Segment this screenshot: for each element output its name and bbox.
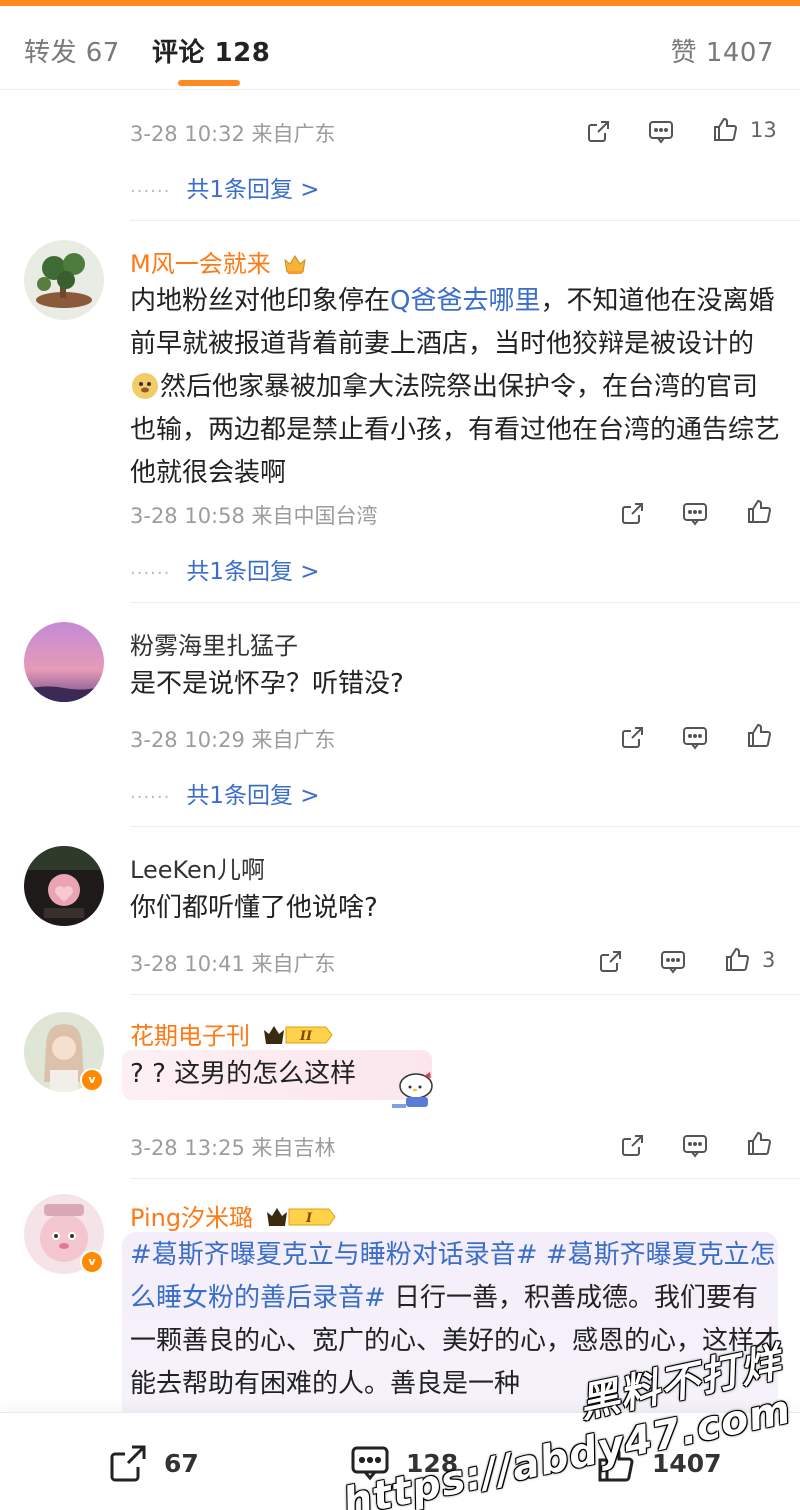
comment-icon[interactable] [680, 1130, 710, 1160]
comment-text: 内地粉丝对他印象停在Q爸爸去哪里，不知道他在没离婚前早就被报道背着前妻上酒店，当… [130, 280, 780, 495]
comment-location: 来自中国台湾 [251, 504, 378, 528]
comment-text: 你们都听懂了他说啥? [130, 893, 378, 923]
username[interactable]: M风一会就来 [130, 244, 308, 282]
like-count: 3 [762, 948, 776, 972]
comment-meta: 3-28 10:32 来自广东 [130, 118, 336, 148]
share-icon[interactable] [618, 1130, 648, 1160]
like-icon[interactable] [722, 944, 752, 974]
comment-meta: 3-28 10:41 来自广东 [130, 948, 336, 978]
fan-level-text: I [305, 1211, 313, 1226]
topic-link[interactable]: Q爸爸去哪里 [390, 286, 540, 316]
username[interactable]: Ping汐米璐 I [130, 1198, 337, 1236]
reply-dots: ······ [130, 563, 171, 584]
comment-time: 3-28 13:25 [130, 1136, 245, 1160]
tab-forward[interactable]: 转发 67 [24, 32, 120, 69]
reply-link-label: 共1条回复 > [186, 783, 320, 809]
fan-level-text: II [299, 1029, 313, 1044]
like-icon[interactable] [744, 720, 774, 750]
comment-icon[interactable] [646, 116, 676, 146]
comment-text-part: 内地粉丝对他印象停在 [130, 286, 391, 316]
verified-badge-icon: v [80, 1250, 104, 1274]
doge-emoji-icon [130, 371, 160, 399]
comment-meta: 3-28 10:58 来自中国台湾 [130, 500, 378, 530]
tab-comments[interactable]: 评论 128 [152, 32, 270, 69]
comment-icon[interactable] [680, 498, 710, 528]
divider [130, 994, 800, 995]
avatar[interactable] [24, 240, 104, 320]
comment-icon[interactable] [658, 946, 688, 976]
like-count: 13 [750, 118, 777, 142]
forward-button[interactable]: 67 [106, 1441, 206, 1485]
forward-count: 67 [164, 1449, 199, 1478]
divider [130, 1178, 800, 1179]
username[interactable]: 花期电子刊 II [130, 1016, 334, 1054]
verified-badge-icon: v [80, 1068, 104, 1092]
reply-link[interactable]: ······ 共1条回复 > [130, 170, 320, 204]
reply-dots: ······ [130, 787, 171, 808]
like-icon[interactable] [710, 114, 740, 144]
tab-bar: 转发 67 评论 128 赞 1407 [0, 6, 800, 90]
tab-likes[interactable]: 赞 1407 [671, 32, 774, 69]
reply-link-label: 共1条回复 > [186, 177, 320, 203]
avatar[interactable] [24, 846, 104, 926]
like-icon[interactable] [744, 496, 774, 526]
comment-meta: 3-28 13:25 来自吉林 [130, 1132, 336, 1162]
username-label: Ping汐米璐 [130, 1204, 254, 1232]
share-icon[interactable] [618, 722, 648, 752]
comment-text: ? ? 这男的怎么这样 [130, 1059, 357, 1089]
username[interactable]: LeeKen儿啊 [130, 850, 265, 885]
comment-text-part: 然后他家暴被加拿大法院祭出保护令，在台湾的官司也输，两边都是禁止看小孩，有看过他… [130, 372, 781, 488]
comment-time: 3-28 10:41 [130, 952, 245, 976]
reply-link[interactable]: ······ 共1条回复 > [130, 552, 320, 586]
comment-time: 3-28 10:58 [130, 504, 245, 528]
share-icon[interactable] [618, 498, 648, 528]
comment-time: 3-28 10:29 [130, 728, 245, 752]
username-label: 花期电子刊 [130, 1022, 250, 1050]
share-icon [106, 1441, 150, 1485]
divider [130, 220, 800, 221]
hello-kitty-sticker-icon [386, 1066, 442, 1112]
tab-active-indicator [178, 80, 240, 86]
divider [130, 602, 800, 603]
share-icon[interactable] [596, 946, 626, 976]
vip-badge-icon [282, 252, 308, 282]
reply-dots: ······ [130, 181, 171, 202]
comment-icon[interactable] [680, 722, 710, 752]
avatar[interactable] [24, 622, 104, 702]
reply-link[interactable]: ······ 共1条回复 > [130, 776, 320, 810]
comment-time: 3-28 10:32 [130, 122, 245, 146]
comment-meta: 3-28 10:29 来自广东 [130, 724, 336, 754]
reply-link-label: 共1条回复 > [186, 559, 320, 585]
comment-location: 来自吉林 [251, 1136, 336, 1160]
username[interactable]: 粉雾海里扎猛子 [130, 626, 298, 661]
divider [130, 826, 800, 827]
username-label: M风一会就来 [130, 250, 271, 278]
comment-location: 来自广东 [251, 952, 336, 976]
comment-location: 来自广东 [251, 122, 336, 146]
comment-location: 来自广东 [251, 728, 336, 752]
share-icon[interactable] [584, 116, 614, 146]
comment-text: 是不是说怀孕？听错没? [130, 669, 404, 699]
like-icon[interactable] [744, 1128, 774, 1158]
